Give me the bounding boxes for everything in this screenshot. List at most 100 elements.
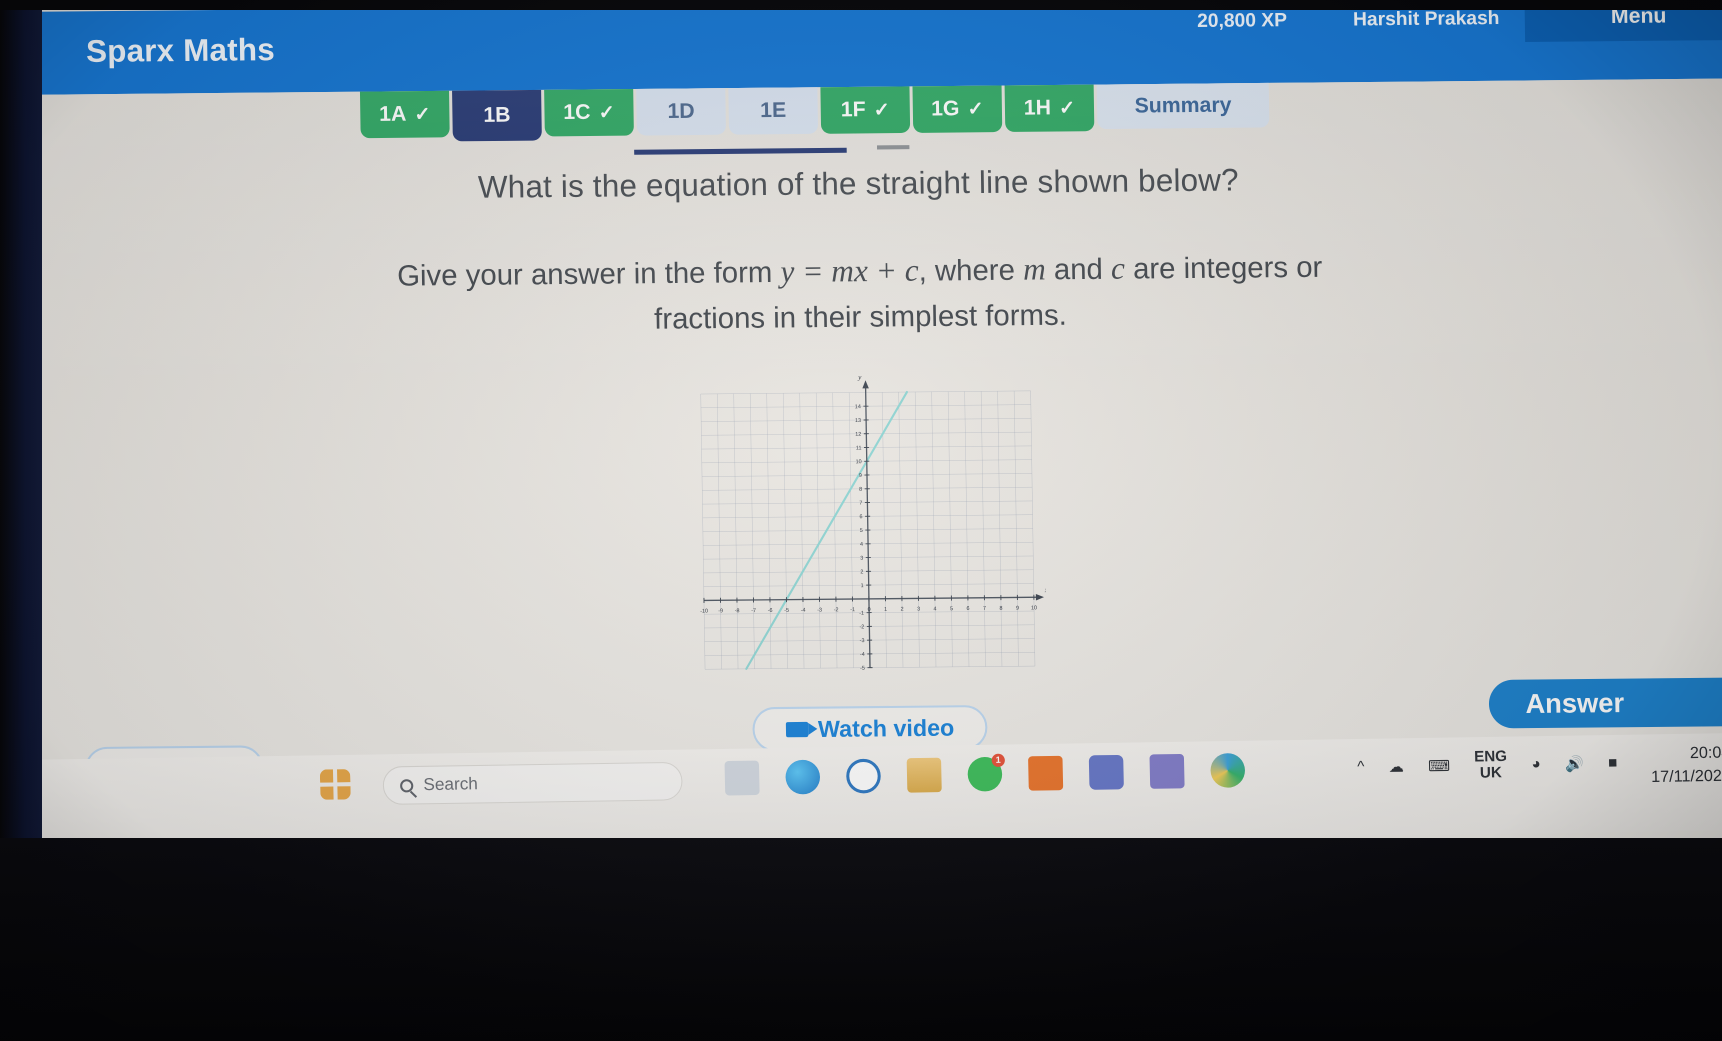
svg-text:4: 4 <box>934 606 937 612</box>
svg-text:y: y <box>857 373 862 381</box>
language-indicator[interactable]: ENG UK <box>1474 748 1508 782</box>
tab-underline-secondary <box>876 145 910 150</box>
tab-summary[interactable]: Summary <box>1096 82 1270 130</box>
vlc-icon[interactable] <box>1028 755 1064 791</box>
tab-label: 1D <box>667 99 695 124</box>
desktop-top-edge <box>0 0 1722 10</box>
svg-text:6: 6 <box>967 606 970 612</box>
copilot-icon[interactable] <box>1210 752 1246 788</box>
svg-text:10: 10 <box>1031 605 1037 611</box>
tab-1e[interactable]: 1E <box>728 87 819 135</box>
svg-text:-4: -4 <box>860 652 865 658</box>
watch-video-label: Watch video <box>817 713 955 742</box>
svg-text:-8: -8 <box>735 608 740 614</box>
svg-text:-1: -1 <box>859 611 864 617</box>
svg-text:9: 9 <box>1016 606 1019 612</box>
onedrive-icon[interactable]: ☁ <box>1388 757 1404 775</box>
check-icon: ✓ <box>1058 97 1076 119</box>
clock-time: 20:04 <box>1689 744 1722 763</box>
notes-icon[interactable] <box>906 757 942 793</box>
tab-1c[interactable]: 1C ✓ <box>544 89 634 137</box>
search-placeholder: Search <box>423 774 479 795</box>
svg-text:x: x <box>1044 586 1048 594</box>
svg-text:1: 1 <box>861 583 864 589</box>
tab-label: 1F <box>840 97 866 122</box>
answer-button[interactable]: Answer <box>1488 677 1722 729</box>
desktop-bottom-edge <box>0 838 1722 1041</box>
svg-text:-7: -7 <box>751 608 756 614</box>
tab-1g[interactable]: 1G ✓ <box>912 85 1003 133</box>
svg-text:-2: -2 <box>834 607 839 613</box>
file-explorer-icon[interactable] <box>724 760 760 796</box>
wifi-icon[interactable]: ◕ <box>1531 756 1541 773</box>
svg-text:-10: -10 <box>700 609 708 615</box>
svg-text:3: 3 <box>917 607 920 613</box>
taskbar-icons <box>319 769 351 800</box>
tab-1d[interactable]: 1D <box>636 88 727 136</box>
svg-text:12: 12 <box>855 432 861 438</box>
tab-label: 1B <box>483 103 511 127</box>
windows-logo-icon[interactable] <box>319 769 351 800</box>
svg-text:7: 7 <box>859 500 862 506</box>
tab-label: 1C <box>563 100 591 125</box>
svg-text:-2: -2 <box>859 624 864 630</box>
svg-text:0: 0 <box>868 607 871 613</box>
instr-part-c: and <box>1045 253 1112 287</box>
tab-label: 1G <box>930 97 960 121</box>
lang-bottom: UK <box>1479 763 1503 782</box>
svg-text:-6: -6 <box>768 608 773 614</box>
svg-text:10: 10 <box>856 459 862 465</box>
whatsapp-icon[interactable]: 1 <box>967 753 1006 792</box>
tab-1a[interactable]: 1A ✓ <box>359 90 450 139</box>
edge-browser-icon[interactable] <box>785 759 821 795</box>
svg-text:-1: -1 <box>850 607 855 613</box>
svg-text:11: 11 <box>856 445 862 451</box>
tab-label: 1A <box>378 102 407 126</box>
svg-text:2: 2 <box>901 607 904 613</box>
notification-badge: 1 <box>991 753 1006 768</box>
graph-svg: -10 -9 -8 -7 -6 -5 -4 -3 -2 -1 0 1 2 3 4 5 6 7 8 9 10-5-4-3-… <box>700 373 1048 671</box>
instr-line3: fractions in their simplest forms. <box>653 299 1068 336</box>
svg-text:-5: -5 <box>784 608 789 614</box>
clock-date: 17/11/2024 <box>1650 767 1722 787</box>
svg-text:8: 8 <box>859 487 862 493</box>
instr-formula: y = mx + c <box>780 252 919 290</box>
svg-text:-4: -4 <box>801 608 806 614</box>
svg-text:-3: -3 <box>817 607 822 613</box>
tab-1h[interactable]: 1H ✓ <box>1004 84 1095 133</box>
svg-text:8: 8 <box>999 606 1002 612</box>
svg-text:9: 9 <box>859 473 862 479</box>
volume-icon[interactable]: 🔊 <box>1565 754 1584 772</box>
tab-1b[interactable]: 1B <box>452 89 542 142</box>
taskbar-search[interactable]: Search <box>382 761 683 805</box>
svg-text:13: 13 <box>855 418 861 424</box>
instr-var-c: c <box>1110 250 1126 286</box>
chevron-up-icon[interactable]: ^ <box>1357 758 1365 775</box>
instr-var-m: m <box>1022 251 1046 287</box>
instr-part-b: , where <box>918 254 1024 288</box>
check-icon: ✓ <box>967 98 984 120</box>
battery-icon[interactable]: ■ <box>1608 754 1618 771</box>
search-icon <box>399 778 414 793</box>
tab-label: 1H <box>1023 96 1052 120</box>
svg-text:7: 7 <box>983 606 986 612</box>
outlook-icon[interactable] <box>845 758 882 794</box>
svg-text:4: 4 <box>860 542 863 548</box>
tab-underline <box>634 147 847 155</box>
coordinate-graph: -10 -9 -8 -7 -6 -5 -4 -3 -2 -1 0 1 2 3 4 5 6 7 8 9 10 -5 -4 -3-… <box>688 368 1047 695</box>
video-camera-icon <box>785 721 809 737</box>
pinned-apps: 1 <box>724 752 1246 796</box>
svg-text:6: 6 <box>859 514 862 520</box>
xp-counter: 20,800 XP <box>1196 9 1288 33</box>
question-heading: What is the equation of the straight lin… <box>477 162 1240 205</box>
tab-1f[interactable]: 1F ✓ <box>820 86 911 134</box>
tab-label: 1E <box>760 98 787 123</box>
desktop-left-edge <box>0 0 42 880</box>
tab-label: Summary <box>1134 93 1232 118</box>
generic-app-icon[interactable] <box>1149 753 1185 789</box>
answer-label: Answer <box>1525 687 1625 719</box>
teams-icon[interactable] <box>1088 754 1124 790</box>
taskbar-clock[interactable]: 20:04 17/11/2024 <box>1650 741 1722 789</box>
keyboard-icon[interactable]: ⌨ <box>1428 757 1450 776</box>
task-tabs: 1A ✓ 1B 1C ✓ 1D 1E 1F ✓ 1G ✓ 1H ✓ Summary <box>359 82 1270 142</box>
